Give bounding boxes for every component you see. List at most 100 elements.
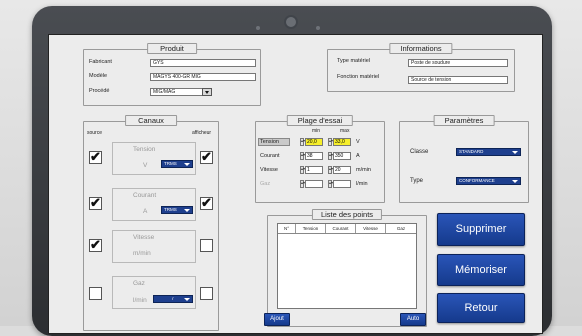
vitesse-min-field[interactable]: 1 <box>305 166 323 174</box>
produit-group: Produit Fabricant GYS Modèle MAGYS 400-G… <box>83 43 261 106</box>
vitesse-min-spinner[interactable]: ▴▾ <box>300 166 305 174</box>
gaz-channel-label: Gaz <box>133 280 145 287</box>
parametres-group: Paramètres Classe STANDARD Type CONFORMA… <box>399 115 529 203</box>
courant-mode-value: TRMS <box>164 207 177 212</box>
col-header-vitesse[interactable]: Vitesse <box>356 224 386 233</box>
liste-points-title: Liste des points <box>311 209 383 220</box>
tension-channel-label: Tension <box>133 146 156 153</box>
gaz-max-field[interactable] <box>333 180 351 188</box>
vitesse-channel-panel: Vitesse m/min <box>112 230 196 263</box>
plage-vitesse-label: Vitesse <box>260 167 278 173</box>
plage-tension-label: Tension <box>258 138 290 146</box>
gaz-max-spinner[interactable]: ▴▾ <box>328 180 333 188</box>
classe-select[interactable]: STANDARD <box>456 148 521 156</box>
canaux-group: Canaux source afficheur Tension V TRMS C… <box>83 115 219 331</box>
procede-label: Procédé <box>89 88 110 94</box>
courant-min-field[interactable]: 38 <box>305 152 323 160</box>
courant-afficheur-checkbox[interactable] <box>200 195 213 211</box>
modele-field[interactable]: MAGYS 400-GR MIG <box>150 73 256 81</box>
supprimer-button[interactable]: Supprimer <box>437 213 525 246</box>
courant-max-field[interactable]: 350 <box>333 152 351 160</box>
canaux-title: Canaux <box>125 115 177 126</box>
liste-points-group: Liste des points N° Tension Courant Vite… <box>264 209 427 327</box>
gaz-afficheur-checkbox[interactable] <box>200 287 213 300</box>
max-label: max <box>340 128 350 134</box>
ajout-button[interactable]: Ajout <box>264 313 290 326</box>
gaz-mode-select[interactable]: r <box>153 295 193 303</box>
memoriser-button[interactable]: Mémoriser <box>437 254 525 286</box>
chevron-down-icon <box>184 208 190 212</box>
procede-value: MIG/MAG <box>153 89 176 95</box>
informations-title: Informations <box>389 43 453 54</box>
chevron-down-icon <box>184 297 190 301</box>
col-header-tension[interactable]: Tension <box>296 224 326 233</box>
fonction-materiel-label: Fonction matériel <box>337 74 380 80</box>
points-table[interactable]: N° Tension Courant Vitesse Gaz <box>277 223 417 309</box>
parametres-title: Paramètres <box>433 115 495 126</box>
retour-button[interactable]: Retour <box>437 293 525 323</box>
chevron-down-icon <box>512 179 518 183</box>
col-header-courant[interactable]: Courant <box>326 224 356 233</box>
tension-channel-panel: Tension V TRMS <box>112 142 196 175</box>
tension-mode-select[interactable]: TRMS <box>161 160 193 168</box>
vitesse-source-checkbox[interactable] <box>89 237 102 253</box>
type-label: Type <box>410 178 424 184</box>
courant-source-checkbox[interactable] <box>89 195 102 211</box>
plage-courant-label: Courant <box>260 153 280 159</box>
type-materiel-label: Type matériel <box>337 58 371 64</box>
min-label: min <box>312 128 321 134</box>
camera-icon <box>284 15 298 29</box>
procede-dropdown-button[interactable] <box>202 88 212 96</box>
type-select[interactable]: CONFORMANCE <box>456 177 521 185</box>
points-table-header: N° Tension Courant Vitesse Gaz <box>278 224 416 234</box>
tension-source-checkbox[interactable] <box>89 149 102 165</box>
modele-label: Modèle <box>89 73 108 79</box>
gaz-source-checkbox[interactable] <box>89 287 102 300</box>
tension-max-spinner[interactable]: ▴▾ <box>328 138 333 146</box>
vitesse-max-spinner[interactable]: ▴▾ <box>328 166 333 174</box>
app-screen: Produit Fabricant GYS Modèle MAGYS 400-G… <box>48 34 543 334</box>
type-value: CONFORMANCE <box>459 178 495 183</box>
courant-channel-panel: Courant A TRMS <box>112 188 196 221</box>
tension-unit-label: V <box>143 162 148 169</box>
vitesse-unit-label: m/min <box>133 250 151 257</box>
gaz-min-spinner[interactable]: ▴▾ <box>300 180 305 188</box>
gaz-min-field[interactable] <box>305 180 323 188</box>
background: Produit Fabricant GYS Modèle MAGYS 400-G… <box>0 0 582 336</box>
tension-mode-value: TRMS <box>164 161 177 166</box>
courant-unit: A <box>356 153 360 159</box>
courant-unit-label: A <box>143 208 148 215</box>
gaz-mode-value: r <box>156 296 174 301</box>
courant-mode-select[interactable]: TRMS <box>161 206 193 214</box>
auto-button[interactable]: Auto <box>400 313 426 326</box>
vitesse-channel-label: Vitesse <box>133 234 155 241</box>
gaz-unit-label: l/min <box>133 297 147 304</box>
vitesse-max-field[interactable]: 20 <box>333 166 351 174</box>
plage-essai-title: Plage d'essai <box>286 115 354 126</box>
courant-channel-label: Courant <box>133 192 157 199</box>
tension-max-field[interactable]: 33,0 <box>333 138 351 146</box>
type-materiel-field[interactable]: Poste de soudure <box>408 59 508 67</box>
fabricant-field[interactable]: GYS <box>150 59 256 67</box>
classe-label: Classe <box>410 149 429 155</box>
tension-min-spinner[interactable]: ▴▾ <box>300 138 305 146</box>
vitesse-afficheur-checkbox[interactable] <box>200 239 213 252</box>
tension-afficheur-checkbox[interactable] <box>200 149 213 165</box>
courant-max-spinner[interactable]: ▴▾ <box>328 152 333 160</box>
chevron-down-icon <box>184 162 190 166</box>
col-header-gaz[interactable]: Gaz <box>386 224 416 233</box>
bezel-sensor-left <box>256 26 260 30</box>
fonction-materiel-field[interactable]: Source de tension <box>408 76 508 84</box>
fabricant-label: Fabricant <box>89 59 112 65</box>
col-header-numero[interactable]: N° <box>278 224 296 233</box>
classe-value: STANDARD <box>459 149 484 154</box>
courant-min-spinner[interactable]: ▴▾ <box>300 152 305 160</box>
chevron-down-icon <box>205 91 209 94</box>
plage-essai-group: Plage d'essai min max Tension ▴▾ 20,0 ▴▾… <box>255 115 385 203</box>
tension-min-field[interactable]: 20,0 <box>305 138 323 146</box>
bezel-sensor-right <box>316 26 320 30</box>
gaz-unit: l/min <box>356 181 368 187</box>
afficheur-label: afficheur <box>192 130 212 136</box>
vitesse-unit: m/min <box>356 167 371 173</box>
gaz-channel-panel: Gaz l/min r <box>112 276 196 309</box>
